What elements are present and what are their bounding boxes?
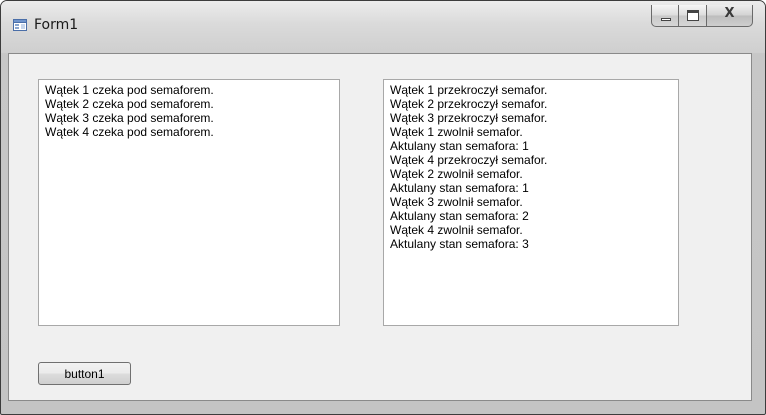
- minimize-icon: [661, 18, 671, 21]
- list-item[interactable]: Aktulany stan semafora: 2: [390, 209, 678, 223]
- listbox-waiting[interactable]: Wątek 1 czeka pod semaforem. Wątek 2 cze…: [38, 79, 340, 326]
- close-button[interactable]: X: [707, 5, 753, 27]
- maximize-button[interactable]: [679, 5, 707, 27]
- list-item[interactable]: Aktulany stan semafora: 1: [390, 139, 678, 153]
- list-item[interactable]: Wątek 2 przekroczył semafor.: [390, 97, 678, 111]
- title-bar[interactable]: Form1 X: [1, 1, 765, 53]
- list-item[interactable]: Wątek 3 zwolnił semafor.: [390, 195, 678, 209]
- window-title: Form1: [34, 17, 79, 33]
- close-icon: X: [724, 6, 735, 21]
- maximize-icon: [687, 10, 699, 21]
- minimize-button[interactable]: [651, 5, 679, 27]
- app-window: Form1 X Wątek 1 czeka pod semaforem. Wąt…: [0, 0, 766, 415]
- list-item[interactable]: Aktulany stan semafora: 3: [390, 237, 678, 251]
- list-item[interactable]: Wątek 1 czeka pod semaforem.: [45, 83, 339, 97]
- list-item[interactable]: Wątek 3 czeka pod semaforem.: [45, 111, 339, 125]
- list-item[interactable]: Wątek 3 przekroczył semafor.: [390, 111, 678, 125]
- list-item[interactable]: Wątek 2 zwolnił semafor.: [390, 167, 678, 181]
- list-item[interactable]: Wątek 4 czeka pod semaforem.: [45, 125, 339, 139]
- list-item[interactable]: Aktulany stan semafora: 1: [390, 181, 678, 195]
- list-item[interactable]: Wątek 4 zwolnił semafor.: [390, 223, 678, 237]
- button1[interactable]: button1: [38, 362, 131, 385]
- list-item[interactable]: Wątek 4 przekroczył semafor.: [390, 153, 678, 167]
- form-client-area: Wątek 1 czeka pod semaforem. Wątek 2 cze…: [8, 53, 752, 401]
- list-item[interactable]: Wątek 1 zwolnił semafor.: [390, 125, 678, 139]
- form-icon: [13, 19, 27, 31]
- list-item[interactable]: Wątek 1 przekroczył semafor.: [390, 83, 678, 97]
- list-item[interactable]: Wątek 2 czeka pod semaforem.: [45, 97, 339, 111]
- caption-buttons: X: [651, 5, 753, 29]
- listbox-status[interactable]: Wątek 1 przekroczył semafor. Wątek 2 prz…: [383, 79, 679, 326]
